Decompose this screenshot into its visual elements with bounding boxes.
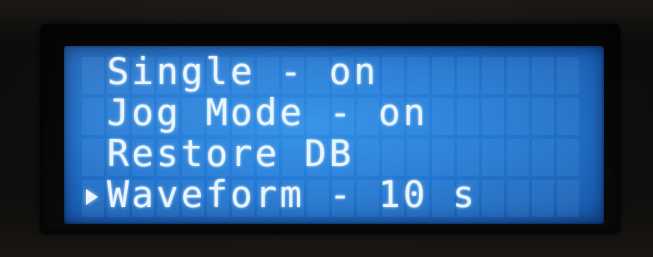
lcd-char-cell	[407, 57, 429, 94]
lcd-char-cell	[482, 180, 504, 217]
lcd-char-cell	[82, 139, 104, 176]
lcd-char-cell	[357, 139, 379, 176]
lcd-char-cell	[507, 57, 529, 94]
lcd-char-cell	[507, 139, 529, 176]
lcd-char-cell	[457, 139, 479, 176]
lcd-char-cell	[82, 98, 104, 135]
lcd-char-cell	[557, 98, 579, 135]
lcd-char-cell	[432, 98, 454, 135]
lcd-char-cell	[532, 98, 554, 135]
lcd-char-cell	[557, 139, 579, 176]
lcd-char-cell	[457, 98, 479, 135]
menu-item-label: Waveform - 10 s	[107, 173, 478, 216]
lcd-char-cell	[557, 180, 579, 217]
lcd-char-cell	[482, 98, 504, 135]
lcd-char-cell	[432, 139, 454, 176]
lcd-char-cell	[532, 139, 554, 176]
lcd-char-cell	[482, 57, 504, 94]
triangle-right-icon	[86, 189, 98, 205]
lcd-char-cell	[82, 57, 104, 94]
menu-item-label: Jog Mode - on	[107, 91, 428, 134]
lcd-char-cell	[382, 57, 404, 94]
lcd-char-cell	[382, 139, 404, 176]
lcd-char-cell	[457, 57, 479, 94]
lcd-char-cell	[407, 139, 429, 176]
lcd-char-cell	[432, 57, 454, 94]
lcd-char-cell	[507, 180, 529, 217]
menu-item-label: Restore DB	[107, 132, 354, 175]
lcd-char-cell	[532, 57, 554, 94]
lcd-char-cell	[557, 57, 579, 94]
lcd-char-cell	[482, 139, 504, 176]
lcd-char-cell	[507, 98, 529, 135]
lcd-screen: Single - on Jog Mode - on Restore DB Wav…	[64, 46, 604, 224]
menu-item-label: Single - on	[107, 50, 379, 93]
lcd-char-cell	[532, 180, 554, 217]
